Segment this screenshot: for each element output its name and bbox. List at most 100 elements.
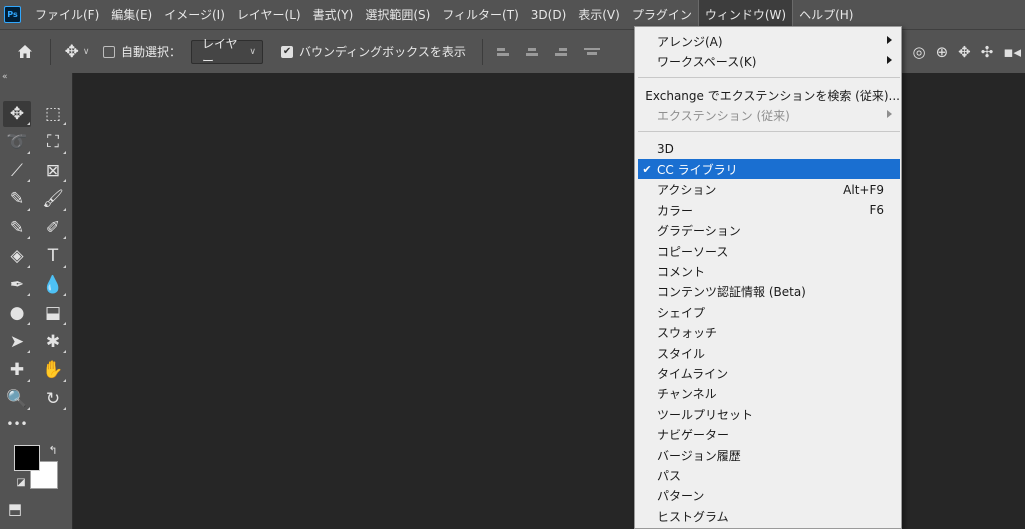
menu-select[interactable]: 選択範囲(S) <box>359 0 436 29</box>
paint-bucket-tool-icon[interactable]: ◈ <box>3 244 31 270</box>
custom-shape-tool-icon[interactable]: ✱ <box>39 329 67 355</box>
window-menu-item[interactable]: コピーソース <box>638 241 900 261</box>
menu-help[interactable]: ヘルプ(H) <box>793 0 859 29</box>
path-selection-tool-icon[interactable]: ➤ <box>3 329 31 355</box>
tool-group-indicator <box>27 407 30 410</box>
healing-brush-tool-icon[interactable]: ✎ <box>3 215 31 241</box>
menu-file[interactable]: ファイル(F) <box>29 0 105 29</box>
eyedropper-tool-icon[interactable]: ✎ <box>3 187 31 213</box>
collapse-panel-icon[interactable]: « <box>2 73 73 82</box>
show-bounding-box-checkbox[interactable]: ✔ <box>281 45 294 58</box>
window-menu-item[interactable]: チャンネル <box>638 384 900 404</box>
tool-group-indicator <box>63 207 66 211</box>
swap-colors-icon[interactable]: ↰ <box>44 441 62 459</box>
window-menu-item-shortcut: Alt+F9 <box>843 182 884 197</box>
foreground-color-swatch-top[interactable] <box>14 445 40 471</box>
window-menu-item[interactable]: パターン <box>638 486 900 506</box>
window-menu-item[interactable]: ✔ CC ライブラリ <box>638 159 900 180</box>
frame-tool-icon[interactable]: ⊠ <box>39 158 67 184</box>
window-menu-dropdown: アレンジ(A) ワークスペース(K) Exchange でエクステンションを検索 (… <box>634 26 902 529</box>
dodge-tool-icon[interactable]: ● <box>3 301 31 327</box>
menu-window[interactable]: ウィンドウ(W) <box>697 0 794 29</box>
3d-video-icon[interactable]: ▪◂ <box>1003 43 1021 61</box>
submenu-arrow-icon <box>887 36 892 44</box>
window-menu-item[interactable]: 3D <box>638 139 900 159</box>
window-menu-item-label: パターン <box>657 489 705 504</box>
align-horizontal-center-icon[interactable] <box>525 45 539 59</box>
lasso-tool-icon[interactable]: ➰ <box>3 130 31 156</box>
align-left-icon[interactable] <box>496 45 511 59</box>
blur-tool-icon[interactable]: 💧 <box>39 272 67 298</box>
align-top-icon[interactable] <box>583 45 600 59</box>
rectangular-marquee-tool-icon[interactable]: ⬚ <box>39 101 67 127</box>
window-menu-item[interactable]: シェイプ <box>638 302 900 322</box>
auto-select-checkbox[interactable] <box>103 45 115 58</box>
3d-roll-icon[interactable]: ⊕ <box>936 43 949 61</box>
menu-separator <box>638 131 900 132</box>
window-menu-item[interactable]: バージョン履歴 <box>638 445 900 465</box>
move-tool-icon[interactable]: ✥ <box>3 101 31 127</box>
tool-group-indicator <box>27 378 30 382</box>
menu-3d[interactable]: 3D(D) <box>525 0 572 29</box>
move-tool-preset-icon[interactable]: ✥ ∨ <box>57 42 97 62</box>
window-menu-item[interactable]: ヒストグラム <box>638 506 900 526</box>
quick-mask-icon[interactable]: ⬒ <box>6 500 24 518</box>
window-menu-item[interactable]: タイムライン <box>638 363 900 383</box>
window-menu-item[interactable]: スウォッチ <box>638 323 900 343</box>
3d-slide-icon[interactable]: ✣ <box>981 43 994 61</box>
object-selection-tool-icon[interactable]: ⛶ <box>39 130 67 156</box>
hand-tool-icon[interactable]: ✋ <box>39 358 67 384</box>
menu-type[interactable]: 書式(Y) <box>307 0 360 29</box>
pen-tool-icon[interactable]: ✒ <box>3 272 31 298</box>
menu-separator <box>638 77 900 78</box>
window-menu-item[interactable]: コメント <box>638 261 900 281</box>
menu-view[interactable]: 表示(V) <box>572 0 626 29</box>
menu-image[interactable]: イメージ(I) <box>158 0 231 29</box>
3d-pan-icon[interactable]: ✥ <box>958 43 971 61</box>
window-menu-item[interactable]: コンテンツ認証情報 (Beta) <box>638 282 900 302</box>
crop-tool-icon[interactable]: ⟋ <box>3 158 31 184</box>
menu-layer[interactable]: レイヤー(L) <box>231 0 307 29</box>
default-colors-icon[interactable]: ◪ <box>12 474 30 492</box>
window-menu-item[interactable]: ナビゲーター <box>638 425 900 445</box>
window-menu-item-label: ワークスペース(K) <box>657 54 757 69</box>
window-menu-item-shortcut: F6 <box>869 203 884 218</box>
tool-group-indicator <box>27 150 30 154</box>
clone-stamp-tool-icon[interactable]: ✐ <box>39 215 67 241</box>
tool-group-indicator <box>27 179 30 182</box>
window-menu-item[interactable]: カラー F6 <box>638 200 900 220</box>
checkmark-icon: ✔ <box>642 162 652 176</box>
chevron-down-icon: ∨ <box>82 46 90 57</box>
window-menu-item[interactable]: アレンジ(A) <box>638 31 900 51</box>
menu-bar: Ps ファイル(F) 編集(E) イメージ(I) レイヤー(L) 書式(Y) 選… <box>0 0 1025 29</box>
menu-filter[interactable]: フィルター(T) <box>436 0 524 29</box>
align-right-icon[interactable] <box>553 45 567 59</box>
tool-group-indicator <box>63 264 66 268</box>
stamp-tool-icon[interactable]: ⬓ <box>39 301 67 327</box>
3d-orbit-icon[interactable]: ◎ <box>912 43 925 61</box>
window-menu-item-label: ツールプリセット <box>657 407 754 422</box>
brush-tool-icon[interactable]: 🖌 <box>39 187 67 213</box>
menu-edit[interactable]: 編集(E) <box>105 0 158 29</box>
window-menu-item-label: ヒストグラム <box>657 509 729 524</box>
window-menu-item-label: アクション <box>657 183 717 198</box>
window-menu-item[interactable]: グラデーション <box>638 221 900 241</box>
tool-group-indicator <box>63 122 66 125</box>
home-icon[interactable] <box>10 44 40 59</box>
menu-plugins[interactable]: プラグイン <box>626 0 698 29</box>
type-tool-icon[interactable]: T <box>39 244 67 270</box>
zoom-tool-icon[interactable]: 🔍 <box>3 386 31 412</box>
window-menu-item-label: パス <box>657 468 682 483</box>
rotate-view-tool-icon[interactable]: ↻ <box>39 386 67 412</box>
window-menu-item-label: スタイル <box>657 346 706 361</box>
tool-group-indicator <box>27 293 30 296</box>
window-menu-item[interactable]: パス <box>638 465 900 485</box>
window-menu-item[interactable]: スタイル <box>638 343 900 363</box>
auto-select-target-dropdown[interactable]: レイヤー ∨ <box>191 37 264 68</box>
window-menu-item[interactable]: アクション Alt+F9 <box>638 180 900 200</box>
window-menu-item[interactable]: Exchange でエクステンションを検索 (従来)... <box>638 85 900 105</box>
bandage-tool-icon[interactable]: ✚ <box>3 358 31 384</box>
more-tools-icon[interactable]: ••• <box>3 411 31 437</box>
window-menu-item[interactable]: ツールプリセット <box>638 404 900 424</box>
window-menu-item[interactable]: ワークスペース(K) <box>638 51 900 71</box>
